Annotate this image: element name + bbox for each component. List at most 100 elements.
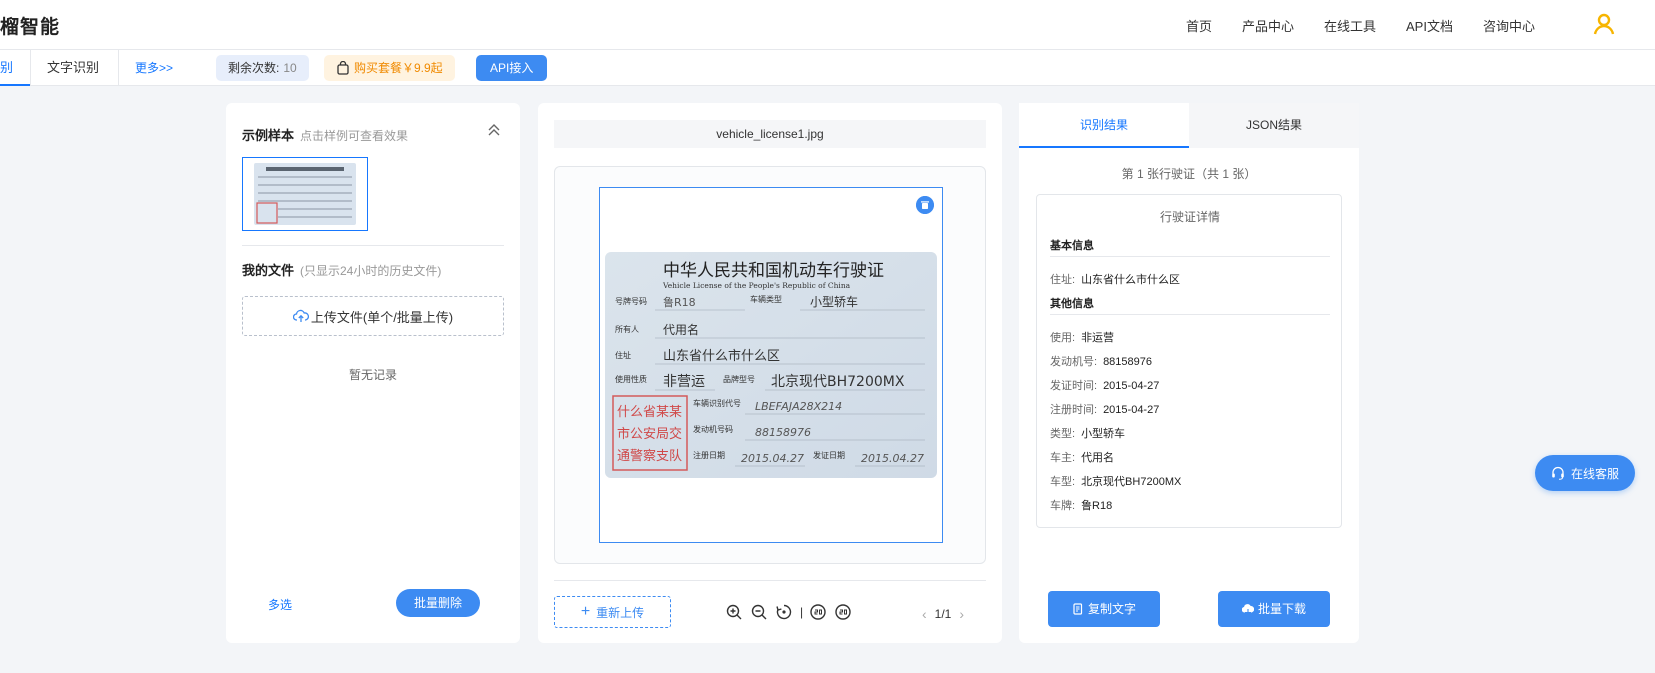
page-indicator: 1/1	[934, 607, 952, 621]
toolbar-separator: |	[800, 605, 804, 619]
field-value: 北京现代BH7200MX	[1081, 476, 1182, 488]
preview-panel: vehicle_license1.jpg 中华人民共和国机动车行驶证 Vehic…	[538, 103, 1002, 643]
reupload-button[interactable]: + 重新上传	[554, 596, 671, 628]
field-value: 鲁R18	[1081, 500, 1113, 512]
nav-products[interactable]: 产品中心	[1242, 16, 1294, 35]
remaining-label: 剩余次数:	[228, 61, 280, 75]
brand-logo-text[interactable]: 榴智能	[0, 12, 60, 39]
empty-state: 暂无记录	[348, 368, 397, 382]
api-access-button[interactable]: API接入	[476, 55, 548, 81]
tab-more[interactable]: 更多>>	[135, 50, 173, 86]
issue-label: 发证日期	[813, 450, 845, 460]
remaining-count-badge: 剩余次数: 10	[216, 55, 309, 81]
upload-file-button[interactable]: 上传文件(单个/批量上传)	[242, 296, 504, 336]
chevron-double-up-icon[interactable]	[486, 123, 502, 137]
copy-text-button[interactable]: 复制文字	[1048, 591, 1160, 627]
pager: ‹ 1/1 ›	[914, 606, 972, 622]
model-label: 品牌型号	[723, 374, 755, 384]
samples-hint: 点击样例可查看效果	[300, 129, 409, 143]
reg-value: 2015.04.27	[741, 452, 804, 465]
rotate-right-90-icon[interactable]	[834, 603, 852, 621]
cloud-upload-icon	[292, 309, 309, 322]
headset-icon	[1552, 466, 1564, 480]
owner-value: 代用名	[663, 322, 699, 337]
group-divider	[1050, 314, 1330, 315]
field-key: 住址:	[1050, 274, 1076, 286]
field-use: 使用: 非运营	[1050, 329, 1114, 345]
prev-page-icon[interactable]: ‹	[922, 606, 927, 622]
field-address: 住址: 山东省什么市什么区	[1050, 271, 1180, 287]
tab-recognition-result[interactable]: 识别结果	[1019, 103, 1189, 148]
trash-icon[interactable]	[916, 196, 934, 214]
online-service-button[interactable]: 在线客服	[1535, 455, 1635, 491]
copy-icon	[1073, 603, 1083, 615]
tab-text-ocr[interactable]: 文字识别	[47, 50, 99, 86]
group-divider	[1050, 256, 1330, 257]
field-type: 类型: 小型轿车	[1050, 425, 1125, 441]
stamp-line-1: 什么省某某	[617, 405, 682, 420]
reg-label: 注册日期	[693, 450, 725, 460]
model-value: 北京现代BH7200MX	[771, 374, 905, 390]
field-key: 发动机号:	[1050, 356, 1098, 368]
myfiles-heading: 我的文件 (只显示24小时的历史文件)	[242, 260, 441, 279]
stamp-line-3: 通警察支队	[617, 448, 682, 464]
field-plate: 车牌: 鲁R18	[1050, 497, 1112, 513]
multi-select-button[interactable]: 多选	[268, 596, 292, 613]
nav-api-docs[interactable]: API文档	[1406, 16, 1453, 35]
result-summary: 第 1 张行驶证（共 1 张）	[1121, 167, 1257, 181]
buy-package-label: 购买套餐￥9.9起	[354, 61, 443, 75]
upload-file-label: 上传文件(单个/批量上传)	[310, 309, 454, 325]
image-toolbar: |	[725, 603, 859, 621]
image-frame[interactable]: 中华人民共和国机动车行驶证 Vehicle License of the Peo…	[599, 187, 943, 543]
copy-text-label: 复制文字	[1087, 602, 1136, 616]
stamp-line-2: 市公安局交	[617, 426, 682, 442]
field-key: 车型:	[1050, 476, 1076, 488]
cloud-download-icon	[1241, 604, 1254, 615]
field-key: 类型:	[1050, 428, 1076, 440]
field-value: 2015-04-27	[1103, 404, 1160, 416]
shopping-bag-icon	[337, 61, 349, 75]
issue-value: 2015.04.27	[861, 452, 924, 465]
zoom-out-icon[interactable]	[750, 603, 768, 621]
rotate-left-90-icon[interactable]	[809, 603, 827, 621]
field-key: 车主:	[1050, 452, 1076, 464]
result-tabs: 识别结果 JSON结果	[1019, 103, 1359, 148]
result-panel: 识别结果 JSON结果 第 1 张行驶证（共 1 张） 行驶证详情 基本信息 住…	[1019, 103, 1359, 643]
batch-delete-button[interactable]: 批量删除	[396, 589, 480, 617]
next-page-icon[interactable]: ›	[959, 606, 964, 622]
section-divider	[242, 245, 504, 246]
field-key: 发证时间:	[1050, 380, 1098, 392]
nav-consult[interactable]: 咨询中心	[1483, 16, 1535, 35]
field-value: 非运营	[1081, 332, 1115, 344]
nav-home[interactable]: 首页	[1186, 16, 1212, 35]
user-icon[interactable]	[1592, 12, 1616, 36]
top-header: 榴智能 首页 产品中心 在线工具 API文档 咨询中心	[0, 0, 1655, 50]
viewer-divider	[554, 580, 986, 581]
zoom-in-icon[interactable]	[725, 603, 743, 621]
buy-package-button[interactable]: 购买套餐￥9.9起	[324, 55, 455, 81]
engine-label: 发动机号码	[693, 424, 733, 434]
file-name: vehicle_license1.jpg	[554, 120, 986, 148]
myfiles-title: 我的文件	[242, 263, 295, 278]
nav-tools[interactable]: 在线工具	[1324, 16, 1376, 35]
use-value: 非营运	[663, 374, 705, 390]
reset-rotation-icon[interactable]	[775, 603, 793, 621]
tool-subbar: 别 文字识别 更多>> 剩余次数: 10 购买套餐￥9.9起 API接入	[0, 50, 1655, 86]
online-service-label: 在线客服	[1570, 466, 1619, 481]
plus-icon: +	[580, 603, 591, 620]
vin-value: LBEFAJA28X214	[755, 400, 842, 413]
sample-thumbnail[interactable]	[242, 157, 368, 231]
vehicle-license-image: 中华人民共和国机动车行驶证 Vehicle License of the Peo…	[605, 252, 937, 478]
sample-license-image	[254, 163, 356, 225]
tab-json-result[interactable]: JSON结果	[1189, 103, 1359, 148]
field-register-date: 注册时间: 2015-04-27	[1050, 401, 1159, 417]
field-key: 注册时间:	[1050, 404, 1098, 416]
type-value: 小型轿车	[810, 294, 858, 309]
tab-card-recognition[interactable]: 别	[0, 50, 30, 86]
field-issue-date: 发证时间: 2015-04-27	[1050, 377, 1159, 393]
engine-value: 88158976	[755, 426, 811, 439]
type-label: 车辆类型	[750, 294, 782, 304]
batch-download-button[interactable]: 批量下载	[1218, 591, 1330, 627]
plate-label: 号牌号码	[615, 296, 647, 306]
myfiles-hint: (只显示24小时的历史文件)	[300, 264, 442, 278]
